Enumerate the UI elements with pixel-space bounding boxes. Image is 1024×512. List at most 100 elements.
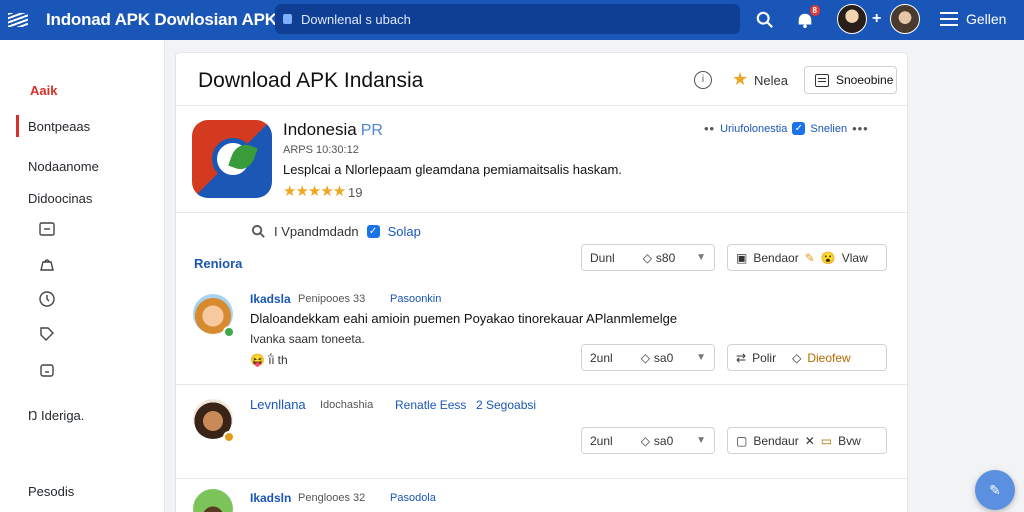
sidebar: Aaik Bontpeaas Nodaanome Didoocinas Ŋ Id… — [0, 40, 165, 512]
chevron-down-icon: ▼ — [696, 252, 706, 263]
review-select-value: 2unl — [590, 350, 613, 365]
sidebar-item-settings[interactable]: Ŋ Ideriga. — [28, 408, 84, 423]
doc-icon: ▣ — [736, 250, 748, 265]
review-action-label: Polir — [752, 350, 777, 365]
reviewer-name[interactable]: Ikadsla — [250, 292, 291, 306]
edit-icon: ✎ — [989, 481, 1001, 498]
divider — [176, 478, 909, 479]
search-icon[interactable] — [251, 224, 266, 239]
share-icon: ◇ — [792, 350, 802, 365]
app-version: ARPS 10:30:12 — [283, 144, 359, 156]
notification-badge: 8 — [809, 5, 820, 16]
sidebar-item-bontpeaas[interactable]: Bontpeaas — [15, 115, 90, 137]
divider — [176, 384, 909, 385]
rating-count: 19 — [348, 185, 363, 200]
review-action[interactable]: ▢ Bendaur ✕ ▭ Bvw — [727, 427, 887, 454]
user-avatar[interactable] — [890, 4, 920, 34]
review-reactions[interactable]: 😝 ḯi th — [250, 353, 288, 367]
app-meta-status[interactable]: Snelien — [810, 123, 847, 135]
box-icon[interactable] — [38, 361, 56, 379]
like-count: ◇ sa0 — [640, 350, 674, 365]
review-action-label: Bendaor — [753, 250, 799, 265]
review-action[interactable]: ⇄ Polir ◇ Dieofew — [727, 344, 887, 371]
review-text: Dlaloandekkam eahi amioin puemen Poyakao… — [250, 311, 678, 326]
dots-icon[interactable]: •• — [704, 121, 715, 136]
review-subtext: Ivanka saam toneeta. — [250, 332, 365, 346]
page-title: Download APK Indansia — [198, 69, 424, 92]
fab-button[interactable]: ✎ — [975, 470, 1015, 510]
main-panel: Download APK Indansia i ★ Nelea Snoeobin… — [175, 52, 909, 512]
list-icon — [815, 73, 829, 87]
like-count: ◇ sa0 — [640, 433, 674, 448]
more-icon[interactable]: ••• — [852, 121, 869, 136]
app-meta: •• Uriufolonestia ✓ Snelien ••• — [704, 121, 869, 136]
review-tag[interactable]: Pasoonkin — [390, 293, 441, 305]
rating-stars: ★★★★★ — [283, 183, 346, 200]
review-meta: Penglooes 32 — [298, 492, 366, 504]
sort-select-value: Dunl — [590, 250, 615, 265]
review-filter: I Vpandmdadn ✓ Solap — [251, 224, 421, 239]
window-icon[interactable] — [38, 220, 56, 238]
lock-icon — [283, 14, 292, 24]
app-tag: PR — [360, 122, 383, 139]
app-logo — [192, 120, 272, 198]
app-name-text: Indonesia — [283, 120, 357, 139]
app-description: Lesplcai a Nlorlepaam gleamdana pemiamai… — [283, 162, 622, 177]
search-input[interactable] — [301, 11, 701, 27]
subscribe-button[interactable]: Snoeobine — [804, 66, 897, 94]
settings-prefix: Ŋ — [28, 408, 38, 423]
filter-check-label[interactable]: Solap — [388, 224, 421, 239]
badge-icon: ▭ — [820, 433, 833, 448]
search-icon[interactable] — [752, 0, 778, 40]
plus-icon[interactable]: + — [872, 10, 881, 28]
sort-select[interactable]: Dunl ◇ s80 ▼ — [581, 244, 715, 271]
bag-icon[interactable] — [38, 255, 56, 273]
review-meta: Penipooes 33 — [298, 293, 366, 305]
avatar[interactable] — [837, 4, 867, 34]
review-action-tail: Vlaw — [841, 250, 868, 265]
chevron-down-icon: ▼ — [696, 435, 706, 446]
notification-icon[interactable]: 8 — [792, 0, 820, 40]
tag-icon[interactable] — [38, 325, 56, 343]
verified-icon — [223, 326, 235, 338]
reviewer-name[interactable]: Levnllana — [250, 397, 306, 412]
rate-label[interactable]: Nelea — [754, 73, 788, 88]
sidebar-footer-item[interactable]: Pesodis — [28, 484, 74, 499]
review-action[interactable]: ▣ Bendaor ✎ 😮 Vlaw — [727, 244, 887, 271]
close-icon: ✕ — [804, 433, 815, 448]
clock-icon[interactable] — [38, 290, 56, 308]
reviewer-avatar[interactable] — [193, 489, 233, 512]
review-select[interactable]: 2unl ◇ sa0 ▼ — [581, 344, 715, 371]
user-name[interactable]: Gellen — [966, 11, 1006, 27]
review-tag[interactable]: Renatle Eess — [395, 398, 466, 412]
like-count: ◇ s80 — [642, 250, 676, 265]
reviewer-name[interactable]: Ikadsln — [250, 491, 291, 505]
review-tag[interactable]: Pasodola — [390, 492, 436, 504]
review-meta: Idochashia — [320, 399, 374, 411]
list-menu-icon[interactable] — [940, 12, 958, 26]
review-action-label: Bendaur — [753, 433, 799, 448]
review-action-tail: Dieofew — [807, 350, 851, 365]
review-tag-secondary[interactable]: 2 Segoabsi — [476, 398, 536, 412]
sidebar-item-didoocinas[interactable]: Didoocinas — [28, 191, 92, 206]
reply-icon: ⇄ — [736, 350, 747, 365]
reviews-heading: Reniora — [194, 256, 243, 271]
like-count-value: s80 — [655, 250, 676, 265]
divider — [176, 105, 909, 106]
filter-input-label[interactable]: I Vpandmdadn — [274, 224, 359, 239]
sidebar-item-nodaanome[interactable]: Nodaanome — [28, 159, 99, 174]
chevron-down-icon: ▼ — [696, 352, 706, 363]
checkbox-icon[interactable]: ✓ — [366, 225, 380, 238]
like-count-value: sa0 — [653, 433, 674, 448]
sidebar-brand: Aaik — [30, 83, 58, 98]
menu-icon[interactable] — [0, 0, 36, 40]
star-icon[interactable]: ★ — [732, 69, 748, 90]
app-meta-link[interactable]: Uriufolonestia — [720, 123, 787, 135]
review-select[interactable]: 2unl ◇ sa0 ▼ — [581, 427, 715, 454]
settings-label: Ideriga. — [41, 408, 85, 423]
info-icon[interactable]: i — [694, 71, 712, 89]
pencil-icon: ✎ — [804, 250, 815, 265]
emoji-icon: 😮 — [820, 250, 836, 265]
search-bar[interactable] — [275, 4, 740, 34]
subscribe-label: Snoeobine — [836, 73, 894, 87]
